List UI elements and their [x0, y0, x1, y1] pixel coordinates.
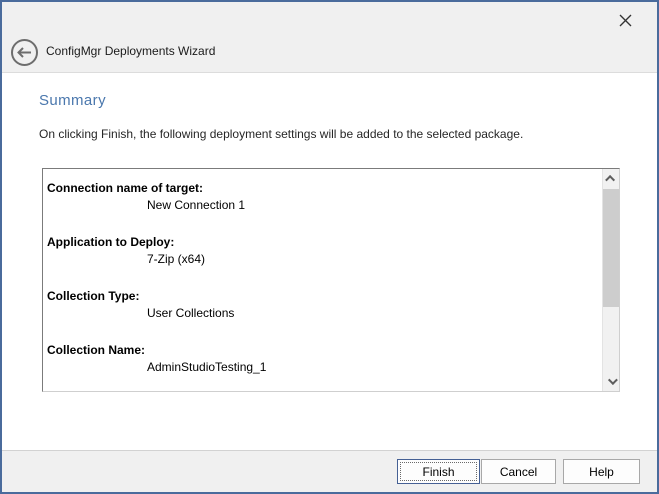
wizard-header: ConfigMgr Deployments Wizard — [2, 36, 657, 72]
scrollbar-up-button[interactable] — [603, 169, 619, 188]
summary-item-label: Collection Type: — [47, 288, 602, 305]
close-icon — [619, 14, 632, 27]
summary-content: Connection name of target: New Connectio… — [43, 169, 602, 391]
summary-item-value: New Connection 1 — [47, 197, 602, 214]
summary-item-value: AdminStudioTesting_1 — [47, 359, 602, 376]
scrollbar-down-button[interactable] — [603, 372, 619, 391]
wizard-window: ConfigMgr Deployments Wizard Summary On … — [0, 0, 659, 494]
main-content: Summary On clicking Finish, the followin… — [2, 73, 657, 450]
vertical-scrollbar[interactable] — [602, 169, 619, 391]
scrollbar-thumb[interactable] — [603, 189, 619, 307]
back-button[interactable] — [11, 39, 38, 66]
summary-box: Connection name of target: New Connectio… — [42, 168, 620, 392]
close-button[interactable] — [615, 10, 635, 30]
finish-button[interactable]: Finish — [397, 459, 480, 484]
summary-item-collection-type: Collection Type: User Collections — [47, 288, 602, 322]
wizard-title: ConfigMgr Deployments Wizard — [46, 44, 215, 58]
summary-item-connection: Connection name of target: New Connectio… — [47, 180, 602, 214]
footer-bar: Finish Cancel Help — [2, 450, 657, 492]
summary-item-label: Collection Name: — [47, 342, 602, 359]
summary-item-value: 7-Zip (x64) — [47, 251, 602, 268]
back-arrow-icon — [17, 47, 32, 58]
help-button[interactable]: Help — [563, 459, 640, 484]
page-description: On clicking Finish, the following deploy… — [39, 127, 523, 141]
chevron-up-icon — [605, 175, 615, 185]
summary-item-value: User Collections — [47, 305, 602, 322]
page-title: Summary — [39, 92, 106, 109]
summary-item-label: Connection name of target: — [47, 180, 602, 197]
cancel-button[interactable]: Cancel — [481, 459, 556, 484]
summary-item-application: Application to Deploy: 7-Zip (x64) — [47, 234, 602, 268]
title-bar — [2, 2, 657, 36]
summary-item-label: Application to Deploy: — [47, 234, 602, 251]
summary-item-collection-name: Collection Name: AdminStudioTesting_1 — [47, 342, 602, 376]
chevron-down-icon — [607, 375, 617, 385]
